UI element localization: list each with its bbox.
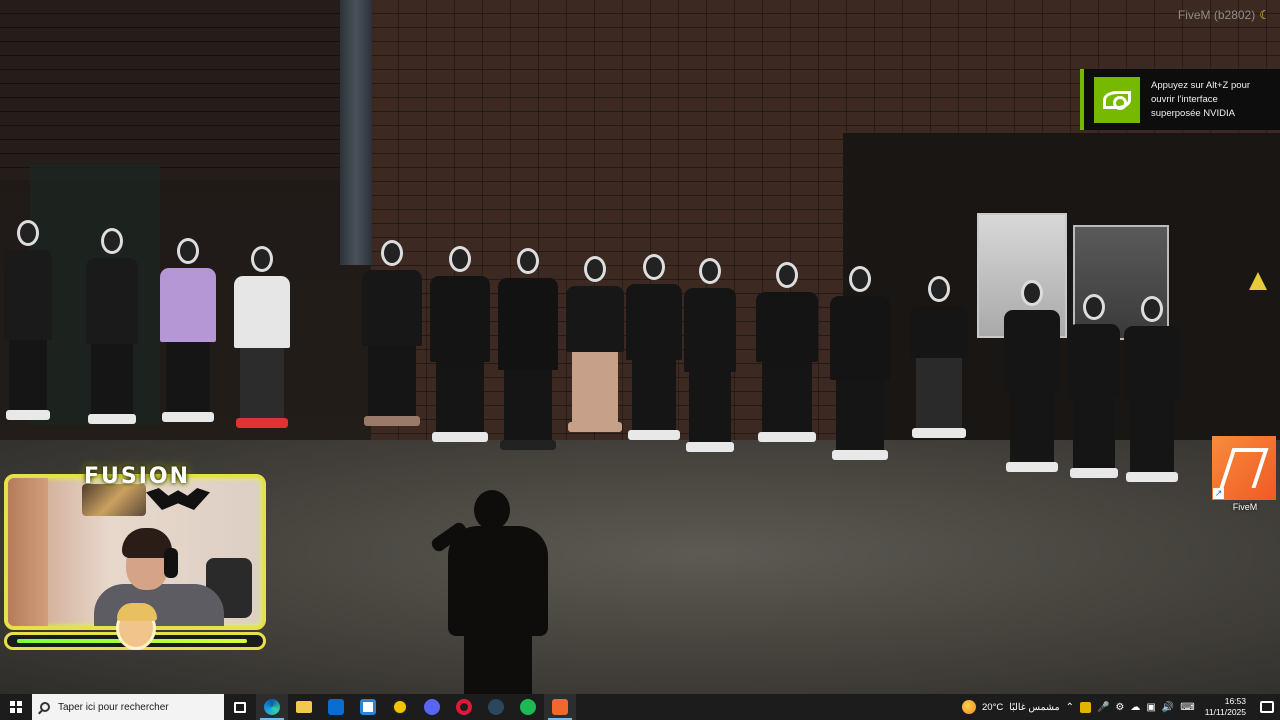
build-text: FiveM (b2802): [1177, 8, 1256, 22]
taskbar-app-fivem[interactable]: [544, 694, 576, 720]
fivem-icon: ↗: [1212, 436, 1276, 500]
search-icon: [40, 702, 50, 712]
player-character: [498, 248, 558, 450]
player-character: [1124, 296, 1180, 482]
file-explorer-icon: [296, 701, 312, 713]
electrical-box: [1073, 225, 1169, 340]
player-silhouette: [429, 490, 558, 694]
taskbar-app-store[interactable]: [352, 694, 384, 720]
volume-icon[interactable]: 🔊: [1162, 702, 1174, 713]
player-character: [566, 256, 624, 432]
microsoft-store-icon: [360, 699, 376, 715]
nvidia-overlay-toast[interactable]: Appuyez sur Alt+Z pour ouvrir l'interfac…: [1080, 69, 1280, 130]
nvidia-toast-line: superposée NVIDIA: [1151, 107, 1235, 119]
player-character: [830, 266, 890, 460]
task-view-button[interactable]: [224, 694, 256, 720]
taskbar-search[interactable]: [32, 694, 224, 720]
clock[interactable]: 16:53 11/11/2025: [1205, 696, 1246, 718]
weather-temp[interactable]: 20°C: [982, 702, 1003, 713]
overlay-title: FUSION: [83, 464, 191, 489]
nvidia-tray-icon[interactable]: [1079, 701, 1091, 713]
discord-icon: [424, 699, 440, 715]
shortcut-label: FiveM: [1232, 502, 1258, 512]
task-view-icon: [234, 701, 246, 713]
opera-gx-icon: [456, 699, 472, 715]
player-character: [4, 220, 52, 420]
player-character: [160, 238, 216, 422]
clock-time: 16:53: [1224, 696, 1246, 706]
shortcut-arrow-icon: ↗: [1213, 488, 1224, 499]
taskbar-app-opera[interactable]: [448, 694, 480, 720]
fivem-icon: [552, 699, 568, 715]
microphone-icon[interactable]: 🎤: [1097, 702, 1109, 713]
moon-icon: ☾: [1259, 8, 1270, 22]
weather-icon[interactable]: [962, 700, 976, 714]
player-character: [756, 262, 818, 442]
start-button[interactable]: [0, 694, 32, 720]
memoji-avatar: [116, 603, 157, 650]
player-character: [1068, 294, 1120, 478]
player-character: [86, 228, 138, 424]
search-input[interactable]: [58, 701, 218, 713]
steam-icon: [488, 699, 504, 715]
fivem-build-label: FiveM (b2802) ☾: [1178, 8, 1270, 22]
taskbar-app-norton[interactable]: [384, 694, 416, 720]
edge-icon: [264, 699, 280, 715]
nvidia-toast-line: ouvrir l'interface: [1151, 93, 1218, 105]
player-character: [234, 246, 290, 428]
player-character: [626, 254, 682, 440]
windows-logo-icon: [10, 701, 22, 713]
norton-icon: [392, 699, 408, 715]
system-tray: 20°C مشمس غالبًا ⌃ 🎤 ⚙ ☁ ▣ 🔊 ⌨ 16:53 11/…: [962, 694, 1280, 720]
desktop-screen: FiveM (b2802) ☾ Appuyez sur Alt+Z pour o…: [0, 0, 1280, 720]
network-icon[interactable]: ▣: [1146, 702, 1155, 713]
nvidia-logo-icon: [1094, 76, 1140, 123]
language-icon[interactable]: ⌨: [1180, 702, 1194, 713]
taskbar-app-discord[interactable]: [416, 694, 448, 720]
taskbar-app-edge[interactable]: [256, 694, 288, 720]
drain-pipe: [340, 0, 372, 265]
spotify-icon: [520, 699, 536, 715]
taskbar-app-file-explorer[interactable]: [288, 694, 320, 720]
outlook-icon: [328, 699, 344, 715]
player-character: [910, 276, 968, 438]
taskbar-app-outlook[interactable]: [320, 694, 352, 720]
nvidia-toast-line: Appuyez sur Alt+Z pour: [1151, 79, 1251, 91]
notification-icon[interactable]: [1260, 701, 1274, 713]
left-wall-bricks: [0, 0, 345, 180]
taskbar: 20°C مشمس غالبًا ⌃ 🎤 ⚙ ☁ ▣ 🔊 ⌨ 16:53 11/…: [0, 694, 1280, 720]
chevron-up-icon[interactable]: ⌃: [1066, 702, 1074, 713]
nvidia-toast-message: Appuyez sur Alt+Z pour ouvrir l'interfac…: [1151, 79, 1271, 121]
usb-icon[interactable]: ⚙: [1115, 702, 1124, 713]
taskbar-app-spotify[interactable]: [512, 694, 544, 720]
player-character: [1004, 280, 1060, 472]
player-character: [684, 258, 736, 452]
clock-date: 11/11/2025: [1204, 707, 1246, 717]
weather-condition[interactable]: مشمس غالبًا: [1009, 702, 1059, 713]
webcam-overlay: FUSION: [4, 464, 266, 652]
player-character: [430, 246, 490, 442]
game-viewport[interactable]: FiveM (b2802) ☾ Appuyez sur Alt+Z pour o…: [0, 0, 1280, 694]
cloud-icon[interactable]: ☁: [1130, 702, 1140, 713]
fivem-desktop-shortcut[interactable]: ↗ FiveM: [1212, 436, 1278, 516]
player-character: [362, 240, 422, 426]
taskbar-app-steam[interactable]: [480, 694, 512, 720]
